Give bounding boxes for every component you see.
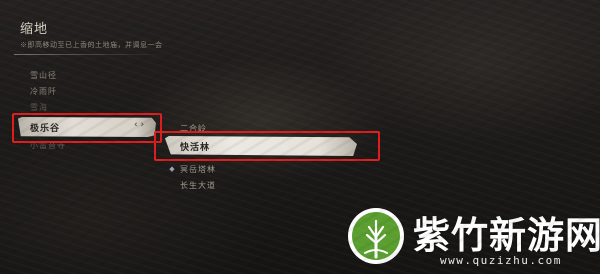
highlight-box-shrine [154, 131, 380, 161]
highlight-box-region [12, 113, 162, 143]
shrine-item-4[interactable]: 长生大道 [180, 180, 216, 191]
bamboo-tree-icon [348, 208, 404, 264]
watermark-url: www.quzizhu.com [440, 254, 562, 267]
page-title: 缩地 [20, 22, 49, 37]
game-screen: 缩地 ※即高移动至已上香的土地庙，并调息一会 雪山径 冷雨阡 雪海 极乐谷 ‹ … [0, 0, 600, 274]
map-marker-icon: ◆ [169, 165, 175, 173]
region-item-3[interactable]: 雪海 [30, 102, 48, 113]
header-divider [14, 54, 164, 55]
watermark-title: 紫竹新游网 [413, 214, 600, 257]
region-item-1[interactable]: 雪山径 [30, 70, 57, 81]
page-subtitle: ※即高移动至已上香的土地庙，并调息一会 [20, 41, 163, 49]
region-item-2[interactable]: 冷雨阡 [30, 86, 57, 97]
shrine-item-3[interactable]: 冥岳塔林 [180, 164, 216, 175]
